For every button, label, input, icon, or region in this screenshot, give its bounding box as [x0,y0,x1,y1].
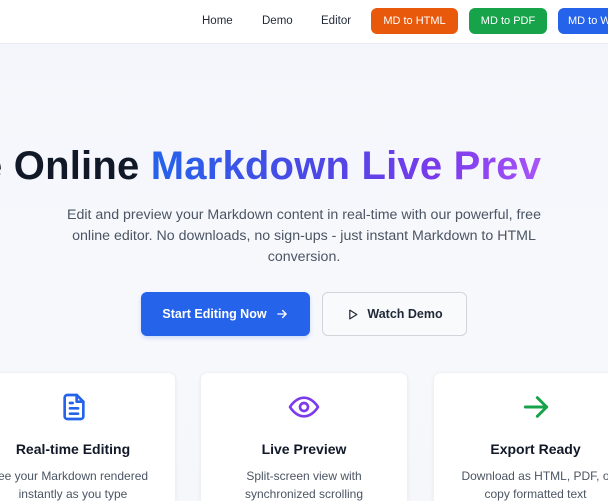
md-to-word-button[interactable]: MD to W [558,8,608,34]
hero-title-dark: e Online [0,144,140,188]
start-editing-label: Start Editing Now [162,307,267,321]
feature-description-line: instantly as you type [18,487,128,501]
hero-title-gradient: Markdown Live Prev [150,144,542,188]
top-navbar: Home Demo Editor MD to HTML MD to PDF MD… [0,0,608,44]
feature-description-line: copy formatted text [484,487,587,501]
feature-description: ee your Markdown rendered instantly as y… [0,467,175,501]
feature-title: Real-time Editing [15,441,131,457]
feature-description: Download as HTML, PDF, o copy formatted … [434,467,608,501]
nav-link-home[interactable]: Home [202,0,233,42]
hero-subtitle-line: Edit and preview your Markdown content i… [67,207,541,223]
watch-demo-button[interactable]: Watch Demo [322,292,467,336]
hero-title: e Online Markdown Live Prev [0,143,541,189]
hero-subtitle-line: conversion. [267,249,341,265]
play-icon [349,309,358,319]
feature-description: Split-screen view with synchronized scro… [201,467,407,501]
page: Home Demo Editor MD to HTML MD to PDF MD… [0,0,608,501]
hero-subtitle-line: online editor. No downloads, no sign-ups… [72,228,536,244]
feature-description-line: ee your Markdown rendered [0,469,149,483]
feature-title: Live Preview [261,441,347,457]
md-to-html-button[interactable]: MD to HTML [371,8,458,34]
feature-description-line: Split-screen view with [246,469,362,483]
eye-icon [288,396,320,418]
hero-subtitle: Edit and preview your Markdown content i… [30,205,578,268]
document-icon [63,393,85,421]
start-editing-button[interactable]: Start Editing Now [141,292,310,336]
feature-card-live-preview: Live Preview Split-screen view with sync… [200,372,408,501]
feature-card-export-ready: Export Ready Download as HTML, PDF, o co… [433,372,608,501]
arrow-right-icon [276,309,287,319]
watch-demo-label: Watch Demo [367,307,443,321]
arrow-right-icon [523,396,549,418]
nav-link-demo[interactable]: Demo [262,0,293,42]
nav-link-editor[interactable]: Editor [321,0,351,42]
feature-card-realtime-editing: Real-time Editing ee your Markdown rende… [0,372,176,501]
feature-description-line: synchronized scrolling [244,487,364,501]
feature-title: Export Ready [490,441,581,457]
feature-description-line: Download as HTML, PDF, o [461,469,608,483]
md-to-pdf-button[interactable]: MD to PDF [469,8,547,34]
